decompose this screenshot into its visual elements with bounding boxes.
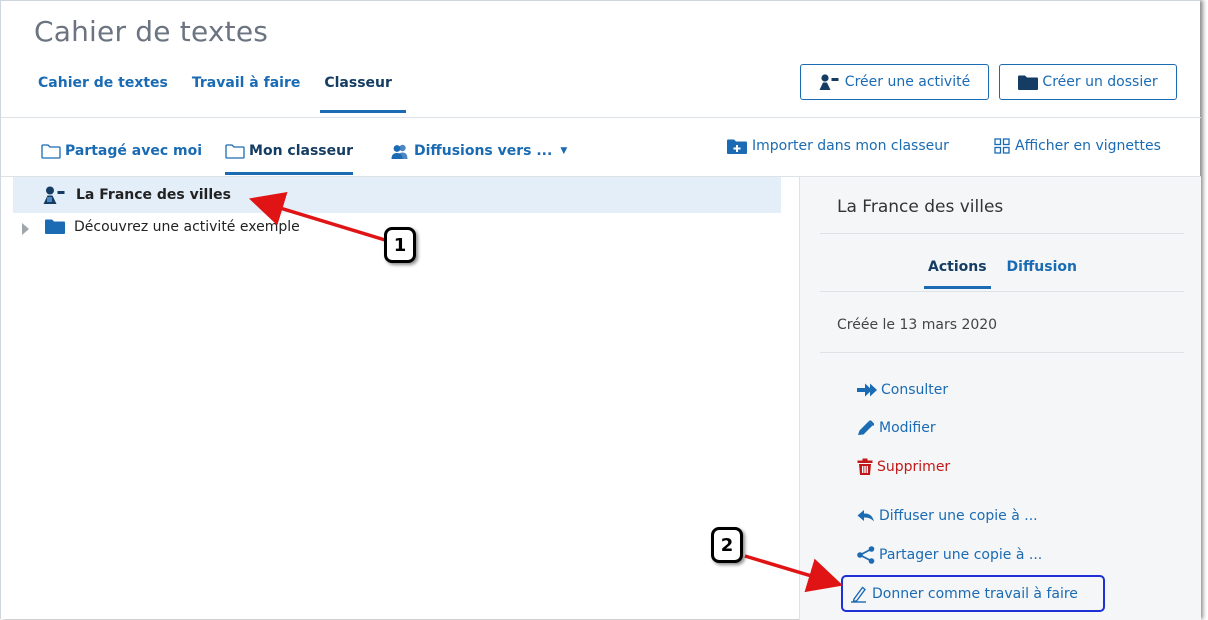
tree-item-label: La France des villes [76, 187, 231, 203]
app-window: Cahier de textes Cahier de textes Travai… [0, 0, 1201, 620]
annotation-badge-2: 2 [711, 527, 743, 563]
share-copy-label: Partager une copie à ... [879, 547, 1043, 563]
tab-cahier-de-textes[interactable]: Cahier de textes [38, 75, 168, 113]
assign-homework-action[interactable]: Donner comme travail à faire [841, 575, 1105, 612]
folder-outline-icon [225, 143, 245, 159]
consult-action[interactable]: Consulter [857, 382, 948, 398]
chevron-down-icon: ▼ [560, 146, 568, 156]
diffusions-label: Diffusions vers ... [413, 143, 553, 159]
detail-info-divider [820, 352, 1184, 353]
diffusions-dropdown[interactable]: Diffusions vers ... ▼ [390, 143, 567, 175]
folder-plus-icon [727, 139, 747, 154]
folder-outline-icon [41, 143, 61, 159]
tab-mon-classeur[interactable]: Mon classeur [225, 143, 353, 175]
edit-label: Modifier [879, 420, 936, 436]
detail-tabs: Actions Diffusion [924, 259, 1097, 289]
annotation-badge-1: 1 [384, 227, 416, 263]
trash-icon [857, 458, 873, 475]
tree-item-label: Découvrez une activité exemple [74, 219, 300, 235]
pencil-icon [857, 420, 875, 436]
hand-writing-icon [850, 585, 868, 603]
create-activity-label: Créer une activité [844, 74, 971, 90]
activity-person-icon [819, 74, 841, 90]
assign-homework-label: Donner comme travail à faire [872, 585, 1078, 602]
page-title: Cahier de textes [34, 15, 269, 48]
sub-tabs: Partagé avec moi Mon classeur Diffusions… [41, 143, 590, 175]
reply-icon [857, 509, 875, 523]
detail-divider [820, 233, 1184, 234]
thumbnails-toggle[interactable]: Afficher en vignettes [994, 138, 1161, 154]
tab-travail-a-faire[interactable]: Travail à faire [192, 75, 300, 113]
share-icon [857, 546, 875, 564]
folder-icon [45, 219, 65, 234]
broadcast-copy-label: Diffuser une copie à ... [879, 508, 1038, 524]
create-folder-label: Créer un dossier [1042, 74, 1158, 90]
detail-tabs-divider [820, 291, 1184, 292]
detail-panel: La France des villes Actions Diffusion C… [799, 177, 1201, 620]
tab-partage-avec-moi[interactable]: Partagé avec moi [41, 143, 202, 175]
import-button[interactable]: Importer dans mon classeur [727, 138, 949, 154]
thumbnails-label: Afficher en vignettes [1015, 138, 1161, 154]
users-icon [390, 144, 410, 159]
arrow-right-icon [857, 383, 877, 397]
header-divider [1, 117, 1201, 118]
grid-icon [994, 138, 1010, 154]
detail-title: La France des villes [837, 197, 1004, 217]
tab-classeur[interactable]: Classeur [320, 75, 406, 113]
share-copy-action[interactable]: Partager une copie à ... [857, 546, 1042, 564]
delete-action[interactable]: Supprimer [857, 458, 950, 475]
tab-actions[interactable]: Actions [924, 259, 991, 289]
activity-person-icon [43, 186, 67, 204]
folder-icon [1018, 75, 1039, 90]
main-tabs: Cahier de textes Travail à faire Classeu… [38, 75, 416, 113]
tab-diffusion[interactable]: Diffusion [1007, 259, 1077, 289]
consult-label: Consulter [881, 382, 949, 398]
create-activity-button[interactable]: Créer une activité [800, 64, 989, 100]
broadcast-copy-action[interactable]: Diffuser une copie à ... [857, 508, 1038, 524]
tree-item-la-france-des-villes[interactable]: La France des villes [13, 177, 781, 213]
create-folder-button[interactable]: Créer un dossier [999, 64, 1177, 100]
delete-label: Supprimer [877, 458, 951, 475]
tab-partage-label: Partagé avec moi [65, 143, 203, 159]
creation-date: Créée le 13 mars 2020 [837, 317, 998, 333]
tab-mon-classeur-label: Mon classeur [249, 143, 353, 159]
import-label: Importer dans mon classeur [752, 138, 949, 154]
expand-arrow-icon[interactable] [22, 223, 29, 235]
edit-action[interactable]: Modifier [857, 420, 936, 436]
